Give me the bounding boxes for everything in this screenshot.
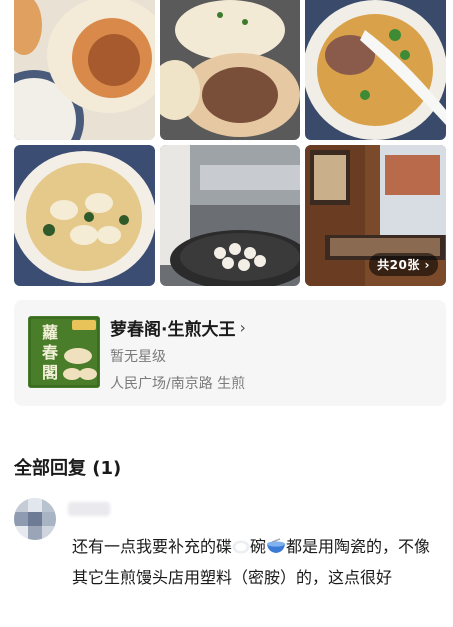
comment-text-part: 碗 [250,537,267,556]
user-name-blurred[interactable] [68,502,110,516]
svg-text:蘿: 蘿 [42,323,58,342]
plate-icon [232,534,250,563]
photo-wonton-soup[interactable] [14,145,155,286]
svg-text:閣: 閣 [42,363,58,382]
comment-text-part: 还有一点我要补充的碟 [72,537,233,556]
avatar[interactable] [14,498,56,540]
svg-text:春: 春 [41,343,59,362]
shop-name[interactable]: 萝春阁·生煎大王 › [110,315,246,340]
shop-name-label: 萝春阁·生煎大王 [110,320,236,340]
photo-gallery: 共20张 › [14,0,446,286]
shop-location: 人民广场/南京路 生煎 [110,376,246,392]
shop-rating: 暂无星级 [110,349,166,365]
shop-card[interactable]: 蘿 春 閣 萝春阁·生煎大王 › 暂无星级 人民广场/南京路 生煎 [14,300,446,406]
photo-beef-soup[interactable] [305,0,446,140]
replies-heading: 全部回复 (1) [14,458,122,479]
photo-kitchen-pan[interactable] [160,145,300,286]
chevron-right-icon: › [239,318,246,337]
photo-count-badge[interactable]: 共20张 › [369,253,438,276]
shop-logo: 蘿 春 閣 [28,316,100,388]
bowl-icon [266,534,286,563]
photo-restaurant-interior[interactable]: 共20张 › [305,145,446,286]
photo-fried-bun-meat[interactable] [160,0,300,140]
comment-text: 还有一点我要补充的碟碗都是用陶瓷的，不像其它生煎馒头店用塑料（密胺）的，这点很好 [72,532,432,592]
photo-fried-bun-cut[interactable] [14,0,155,140]
chevron-right-icon: › [424,258,430,272]
photo-count-label: 共20张 [377,258,420,272]
